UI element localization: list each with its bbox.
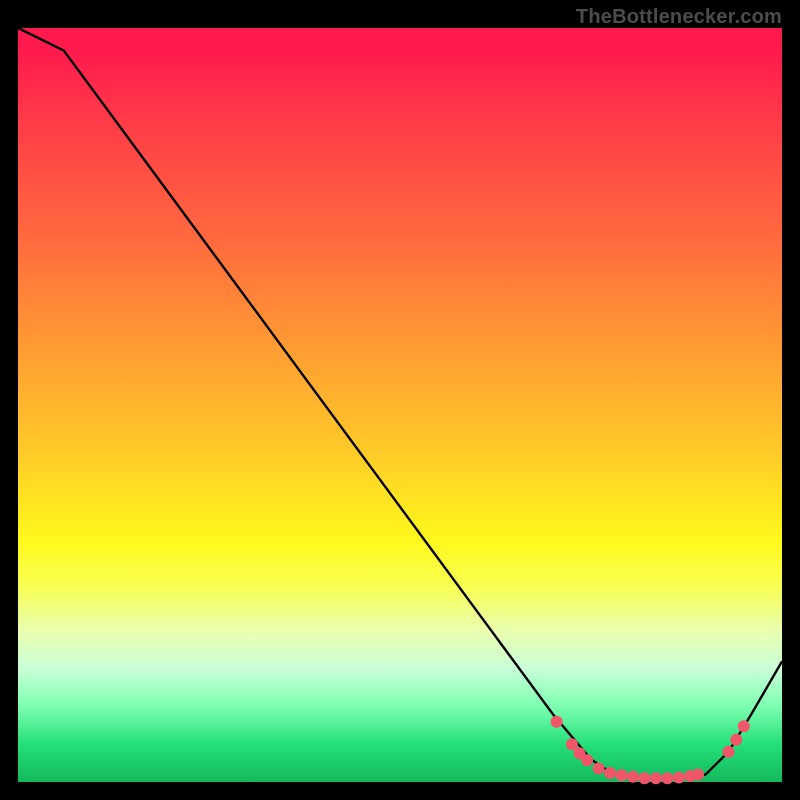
data-marker: [639, 773, 650, 784]
data-marker: [551, 716, 562, 727]
data-marker: [650, 773, 661, 784]
data-marker: [662, 773, 673, 784]
curve-layer: [18, 28, 782, 778]
attribution-text: TheBottlenecker.com: [576, 6, 782, 29]
data-marker: [616, 770, 627, 781]
bottleneck-curve-svg: [18, 28, 782, 782]
data-marker: [693, 769, 704, 780]
data-marker: [582, 755, 593, 766]
data-marker: [731, 734, 742, 745]
data-marker: [723, 746, 734, 757]
plot-area: [18, 28, 782, 782]
bottleneck-curve-path: [18, 28, 782, 778]
data-marker: [628, 771, 639, 782]
data-marker: [566, 739, 577, 750]
data-marker: [673, 772, 684, 783]
data-marker: [605, 768, 616, 779]
data-marker: [593, 763, 604, 774]
chart-frame: TheBottlenecker.com: [0, 0, 800, 800]
marker-layer: [551, 716, 749, 784]
data-marker: [738, 721, 749, 732]
